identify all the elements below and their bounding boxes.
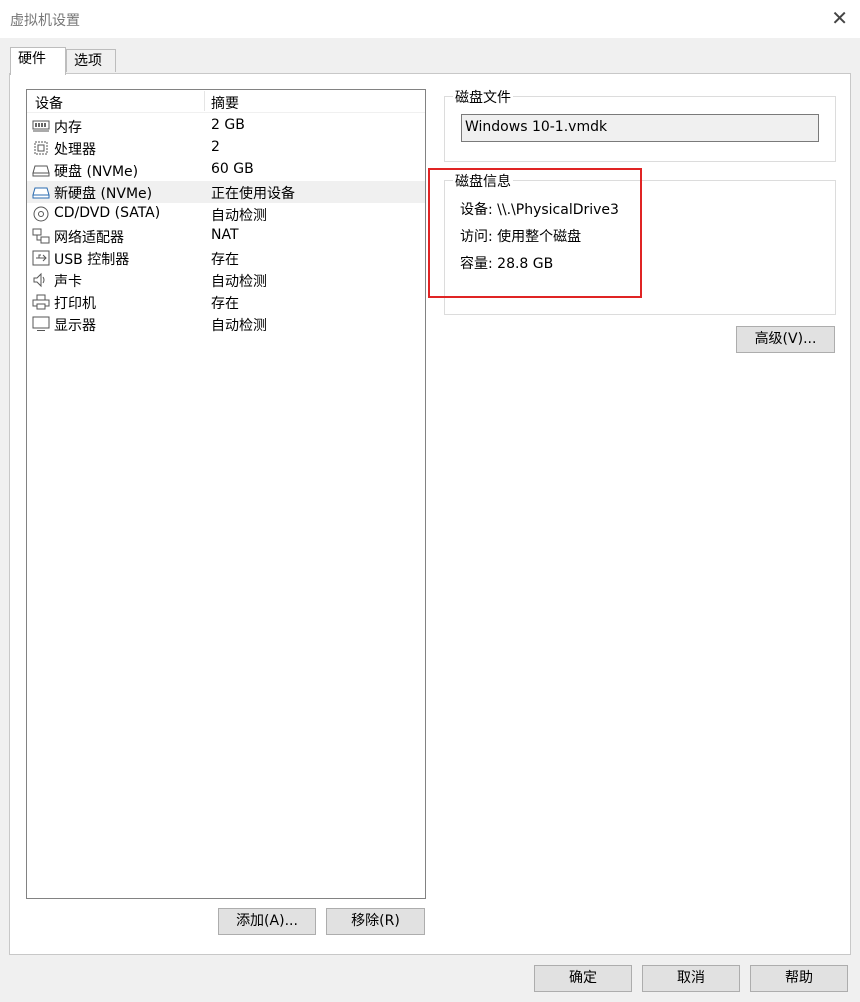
device-row-printer[interactable]: 打印机 存在 — [27, 291, 425, 313]
device-name: 新硬盘 (NVMe) — [54, 186, 153, 202]
device-name: 声卡 — [54, 274, 82, 290]
device-row-new-hard-disk[interactable]: 新硬盘 (NVMe) 正在使用设备 — [27, 181, 425, 203]
device-name: CD/DVD (SATA) — [54, 205, 161, 221]
help-button[interactable]: 帮助 — [750, 965, 848, 992]
hard-disk-icon — [32, 187, 50, 199]
device-row-display[interactable]: 显示器 自动检测 — [27, 313, 425, 335]
processor-icon — [34, 141, 48, 155]
device-summary: NAT — [211, 227, 239, 243]
device-row-processor[interactable]: 处理器 2 — [27, 137, 425, 159]
usb-controller-icon — [32, 250, 50, 266]
sound-card-icon — [33, 272, 45, 288]
network-adapter-icon — [32, 228, 50, 244]
device-name: 网络适配器 — [54, 230, 124, 246]
tab-hardware[interactable]: 硬件 — [10, 47, 66, 75]
printer-icon — [32, 294, 50, 310]
window-title: 虚拟机设置 — [10, 13, 80, 29]
device-row-sound-card[interactable]: 声卡 自动检测 — [27, 269, 425, 291]
device-summary: 自动检测 — [211, 274, 267, 290]
device-summary: 2 GB — [211, 117, 245, 133]
cd-dvd-icon — [33, 206, 49, 222]
list-header: 设备 摘要 — [27, 90, 425, 113]
highlight-box — [428, 168, 642, 298]
close-icon[interactable]: ✕ — [831, 6, 848, 30]
device-name: 打印机 — [54, 296, 96, 312]
device-list[interactable]: 设备 摘要 内存 2 GB 处理器 2 硬盘 (NVMe) 60 GB 新硬盘 … — [26, 89, 426, 899]
device-summary: 自动检测 — [211, 208, 267, 224]
device-name: 内存 — [54, 120, 82, 136]
device-summary: 60 GB — [211, 161, 254, 177]
device-row-network-adapter[interactable]: 网络适配器 NAT — [27, 225, 425, 247]
column-header-device[interactable]: 设备 — [35, 93, 63, 113]
column-header-summary[interactable]: 摘要 — [211, 93, 239, 113]
remove-button[interactable]: 移除(R) — [326, 908, 425, 935]
device-name: 处理器 — [54, 142, 96, 158]
device-name: 硬盘 (NVMe) — [54, 164, 139, 180]
disk-file-group: 磁盘文件 Windows 10-1.vmdk — [444, 87, 836, 162]
hard-disk-icon — [32, 165, 50, 177]
memory-icon — [32, 120, 50, 132]
device-summary: 2 — [211, 139, 220, 155]
device-row-hard-disk[interactable]: 硬盘 (NVMe) 60 GB — [27, 159, 425, 181]
device-summary: 存在 — [211, 296, 239, 312]
column-divider[interactable] — [204, 91, 205, 111]
tab-options[interactable]: 选项 — [66, 49, 116, 72]
device-summary: 存在 — [211, 252, 239, 268]
title-bar: 虚拟机设置 ✕ — [0, 0, 860, 38]
device-row-usb-controller[interactable]: USB 控制器 存在 — [27, 247, 425, 269]
display-icon — [32, 316, 50, 331]
advanced-button[interactable]: 高级(V)... — [736, 326, 835, 353]
cancel-button[interactable]: 取消 — [642, 965, 740, 992]
device-row-memory[interactable]: 内存 2 GB — [27, 115, 425, 137]
ok-button[interactable]: 确定 — [534, 965, 632, 992]
device-name: 显示器 — [54, 318, 96, 334]
disk-file-field[interactable]: Windows 10-1.vmdk — [461, 114, 819, 142]
device-row-cd-dvd[interactable]: CD/DVD (SATA) 自动检测 — [27, 203, 425, 225]
disk-file-legend: 磁盘文件 — [453, 87, 513, 107]
device-summary: 正在使用设备 — [211, 186, 295, 202]
add-button[interactable]: 添加(A)... — [218, 908, 316, 935]
device-summary: 自动检测 — [211, 318, 267, 334]
device-name: USB 控制器 — [54, 252, 130, 268]
